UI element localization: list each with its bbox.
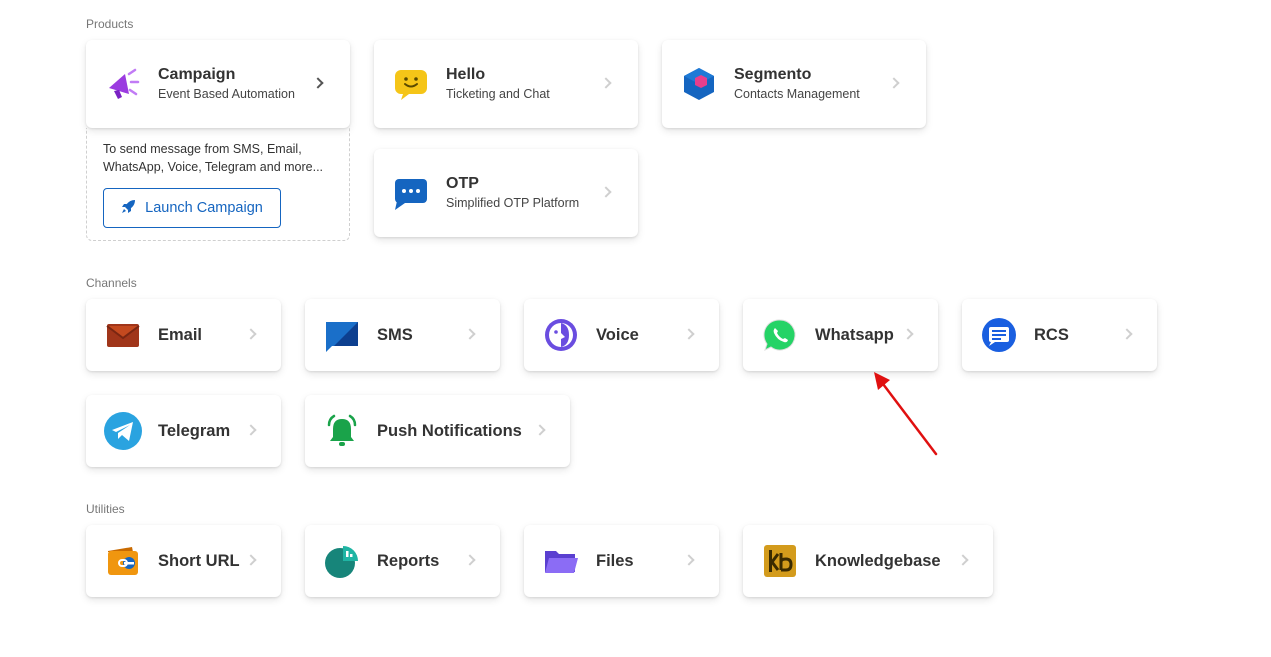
- segmento-title: Segmento: [734, 66, 812, 83]
- knowledgebase-card[interactable]: Knowledgebase: [743, 525, 993, 597]
- chevron-right-icon: [902, 328, 914, 340]
- campaign-subtitle: Event Based Automation: [158, 87, 295, 101]
- email-title: Email: [158, 326, 203, 344]
- rcs-message-icon: [980, 316, 1018, 354]
- sms-card[interactable]: SMS: [305, 299, 500, 371]
- whatsapp-card[interactable]: Whatsapp: [743, 299, 938, 371]
- reports-card[interactable]: Reports: [305, 525, 500, 597]
- otp-subtitle: Simplified OTP Platform: [446, 196, 580, 210]
- chevron-right-icon: [464, 554, 476, 566]
- launch-campaign-button[interactable]: Launch Campaign: [103, 188, 281, 228]
- campaign-card[interactable]: Campaign Event Based Automation: [86, 40, 350, 128]
- chevron-right-icon: [245, 554, 257, 566]
- annotation-arrow: [874, 372, 938, 456]
- bell-icon: [323, 412, 361, 450]
- segmento-card[interactable]: Segmento Contacts Management: [662, 40, 926, 128]
- telegram-icon: [104, 412, 142, 450]
- push-notifications-card[interactable]: Push Notifications: [305, 395, 570, 467]
- voice-card[interactable]: Voice: [524, 299, 719, 371]
- reports-title: Reports: [377, 552, 440, 570]
- chevron-right-icon: [957, 554, 969, 566]
- chevron-right-icon: [312, 77, 324, 89]
- rcs-card[interactable]: RCS: [962, 299, 1157, 371]
- kb-book-icon: [761, 542, 799, 580]
- segmento-subtitle: Contacts Management: [734, 87, 860, 101]
- short-url-card[interactable]: Short URL: [86, 525, 281, 597]
- sms-title: SMS: [377, 326, 413, 344]
- whatsapp-title: Whatsapp: [815, 326, 894, 344]
- chevron-right-icon: [683, 554, 695, 566]
- hello-subtitle: Ticketing and Chat: [446, 87, 550, 101]
- campaign-details-panel: To send message from SMS, Email, WhatsAp…: [86, 128, 350, 241]
- chat-bubble-dots-icon: [392, 174, 430, 212]
- chevron-right-icon: [600, 186, 612, 198]
- smiley-chat-icon: [392, 65, 430, 103]
- folder-icon: [542, 542, 580, 580]
- hello-card[interactable]: Hello Ticketing and Chat: [374, 40, 638, 128]
- envelope-icon: [104, 316, 142, 354]
- short-url-title: Short URL: [158, 552, 240, 570]
- rocket-icon: [121, 198, 137, 218]
- chevron-right-icon: [245, 424, 257, 436]
- chevron-right-icon: [888, 77, 900, 89]
- chevron-right-icon: [464, 328, 476, 340]
- launch-campaign-label: Launch Campaign: [145, 200, 263, 216]
- telegram-card[interactable]: Telegram: [86, 395, 281, 467]
- otp-card[interactable]: OTP Simplified OTP Platform: [374, 149, 638, 237]
- campaign-description: To send message from SMS, Email, WhatsAp…: [103, 142, 324, 174]
- chevron-right-icon: [534, 424, 546, 436]
- knowledgebase-title: Knowledgebase: [815, 552, 941, 570]
- email-card[interactable]: Email: [86, 299, 281, 371]
- whatsapp-icon: [761, 316, 799, 354]
- products-section-label: Products: [86, 17, 134, 31]
- pie-chart-icon: [323, 542, 361, 580]
- voice-face-icon: [542, 316, 580, 354]
- rcs-title: RCS: [1034, 326, 1069, 344]
- sms-bubble-icon: [323, 316, 361, 354]
- hexagon-cube-icon: [680, 65, 718, 103]
- campaign-title: Campaign: [158, 66, 236, 83]
- push-notifications-title: Push Notifications: [377, 422, 522, 440]
- chevron-right-icon: [1121, 328, 1133, 340]
- chevron-right-icon: [600, 77, 612, 89]
- link-wallet-icon: [104, 542, 142, 580]
- telegram-title: Telegram: [158, 422, 231, 440]
- voice-title: Voice: [596, 326, 639, 344]
- megaphone-icon: [104, 65, 142, 103]
- chevron-right-icon: [683, 328, 695, 340]
- files-title: Files: [596, 552, 634, 570]
- otp-title: OTP: [446, 175, 479, 192]
- hello-title: Hello: [446, 66, 486, 83]
- chevron-right-icon: [245, 328, 257, 340]
- channels-section-label: Channels: [86, 276, 137, 290]
- files-card[interactable]: Files: [524, 525, 719, 597]
- utilities-section-label: Utilities: [86, 502, 125, 516]
